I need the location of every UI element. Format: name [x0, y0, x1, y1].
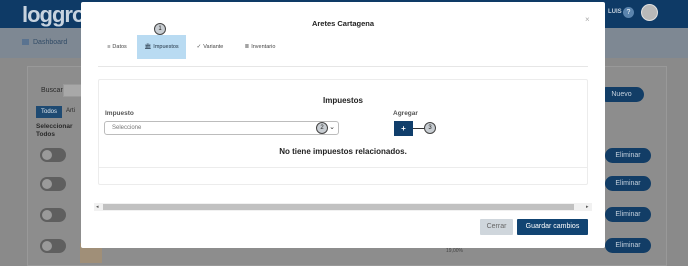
- row-toggle[interactable]: [40, 239, 66, 253]
- horizontal-scrollbar[interactable]: ◂ ▸: [94, 203, 592, 211]
- row-tax-value: 19,00%: [446, 248, 463, 254]
- app-logo[interactable]: loggro: [22, 2, 85, 28]
- add-tax-button[interactable]: +: [394, 121, 413, 136]
- scroll-right-icon[interactable]: ▸: [586, 203, 589, 211]
- tax-label: Impuesto: [105, 110, 134, 117]
- tab-variante[interactable]: ✓ Variante: [189, 35, 231, 59]
- delete-button[interactable]: Eliminar: [605, 207, 651, 222]
- delete-button[interactable]: Eliminar: [605, 148, 651, 163]
- nav-dashboard-label: Dashboard: [33, 39, 68, 46]
- select-all-line-2: Todos: [36, 131, 56, 138]
- tab-datos-label: Datos: [112, 44, 127, 50]
- product-modal: Aretes Cartagena × ≡ Datos 🏛 Impuestos ✓ Va…: [81, 2, 605, 248]
- cancel-button[interactable]: Cerrar: [480, 219, 513, 235]
- tax-select-placeholder: Seleccione: [112, 125, 142, 131]
- panel-footer-line: [98, 167, 588, 168]
- avatar[interactable]: [641, 4, 658, 21]
- chevron-down-icon: ⌄: [329, 124, 335, 131]
- delete-button[interactable]: Eliminar: [605, 176, 651, 191]
- tab-inventario[interactable]: ≣ Inventario: [239, 35, 281, 59]
- select-all-label[interactable]: Seleccionar Todos: [36, 123, 73, 139]
- taxes-panel: Impuestos Impuesto Seleccione ⌄ 2 Agrega…: [98, 79, 588, 185]
- search-label: Buscar:: [41, 87, 65, 94]
- tab-inventario-label: Inventario: [251, 44, 276, 50]
- tab-impuestos[interactable]: 🏛 Impuestos: [137, 35, 186, 59]
- row-toggle[interactable]: [40, 208, 66, 222]
- inventory-icon: ≣: [244, 44, 250, 50]
- empty-message: No tiene impuestos relacionados.: [279, 147, 407, 156]
- nav-dashboard[interactable]: Dashboard: [22, 39, 67, 46]
- bank-icon: 🏛: [144, 44, 152, 50]
- step-marker-1: 1: [154, 23, 166, 35]
- step-marker-3: 3: [424, 122, 436, 134]
- tab-impuestos-label: Impuestos: [153, 44, 179, 50]
- close-icon[interactable]: ×: [585, 15, 590, 24]
- scrollbar-thumb[interactable]: [103, 204, 574, 210]
- dashboard-icon: [22, 39, 29, 46]
- row-toggle[interactable]: [40, 148, 66, 162]
- help-icon[interactable]: ?: [623, 7, 634, 18]
- check-icon: ✓: [196, 44, 202, 50]
- tax-select[interactable]: Seleccione ⌄: [104, 121, 339, 135]
- divider: [98, 66, 588, 67]
- step-marker-2: 2: [316, 122, 328, 134]
- list-icon: ≡: [107, 44, 111, 50]
- save-button[interactable]: Guardar cambios: [517, 219, 588, 235]
- delete-button[interactable]: Eliminar: [605, 238, 651, 253]
- tab-variante-label: Variante: [203, 44, 224, 50]
- new-button[interactable]: Nuevo: [599, 87, 644, 102]
- panel-title: Impuestos: [322, 96, 363, 105]
- scroll-left-icon[interactable]: ◂: [96, 203, 99, 211]
- tab-all[interactable]: Todos: [36, 106, 62, 118]
- add-label: Agregar: [393, 110, 418, 117]
- tab-datos[interactable]: ≡ Datos: [97, 35, 137, 59]
- select-all-line-1: Seleccionar: [36, 123, 73, 130]
- row-toggle[interactable]: [40, 177, 66, 191]
- user-name[interactable]: LUIS: [608, 9, 622, 15]
- tab-articles[interactable]: Arti: [66, 108, 75, 114]
